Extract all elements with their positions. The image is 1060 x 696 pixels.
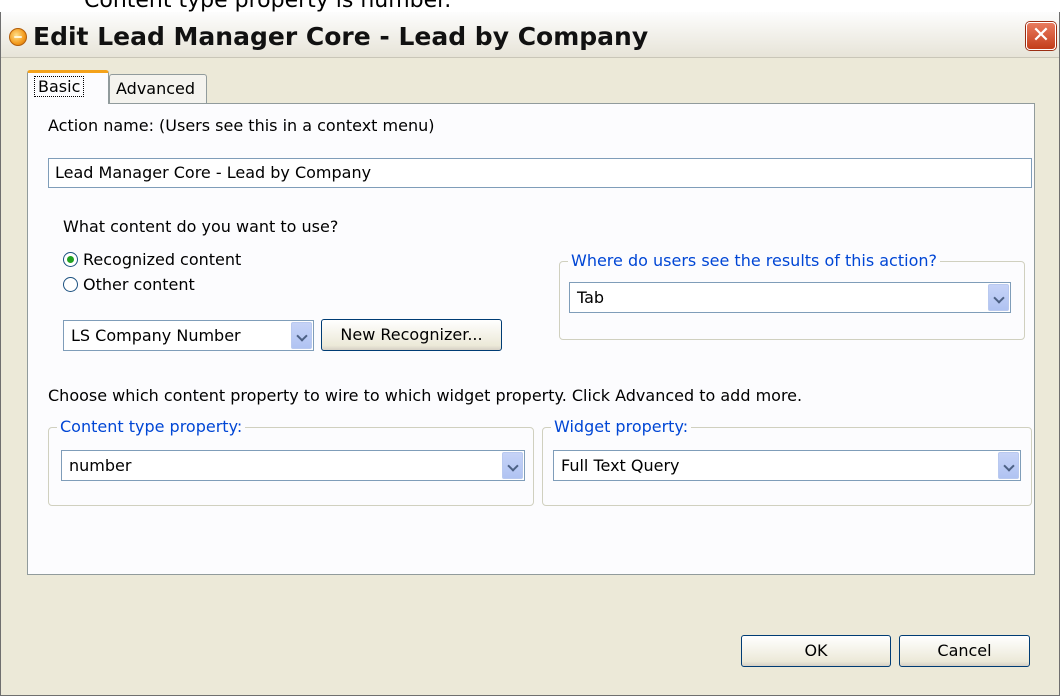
chevron-down-icon[interactable] <box>502 452 523 479</box>
chevron-down-icon[interactable] <box>291 322 312 349</box>
results-location-group: Where do users see the results of this a… <box>559 251 1025 340</box>
content-type-select[interactable]: number <box>61 450 525 481</box>
dialog-title: Edit Lead Manager Core - Lead by Company <box>33 22 649 51</box>
edit-action-dialog: Edit Lead Manager Core - Lead by Company… <box>0 12 1060 696</box>
wire-instructions: Choose which content property to wire to… <box>48 386 803 405</box>
content-type-group: Content type property: number <box>48 417 534 506</box>
close-button[interactable]: ✕ <box>1026 22 1056 50</box>
recognizer-select[interactable]: LS Company Number <box>63 320 314 351</box>
app-logo-icon <box>9 28 27 46</box>
basic-tab-panel: Action name: (Users see this in a contex… <box>27 103 1035 575</box>
recognized-content-label: Recognized content <box>83 250 242 269</box>
other-content-radio[interactable]: Other content <box>63 275 195 294</box>
results-group-label: Where do users see the results of this a… <box>568 251 940 270</box>
other-content-label: Other content <box>83 275 195 294</box>
action-name-label: Action name: (Users see this in a contex… <box>48 116 435 135</box>
widget-property-value: Full Text Query <box>561 456 680 475</box>
ok-button[interactable]: OK <box>741 635 891 667</box>
chevron-down-icon[interactable] <box>998 452 1019 479</box>
content-question-label: What content do you want to use? <box>63 217 339 236</box>
recognizer-value: LS Company Number <box>71 326 241 345</box>
radio-unselected-icon <box>63 277 78 292</box>
recognized-content-radio[interactable]: Recognized content <box>63 250 241 269</box>
widget-group-label: Widget property: <box>551 417 692 436</box>
cancel-button[interactable]: Cancel <box>899 635 1030 667</box>
tab-advanced[interactable]: Advanced <box>109 74 207 104</box>
widget-property-select[interactable]: Full Text Query <box>553 450 1021 481</box>
chevron-down-icon[interactable] <box>988 284 1009 311</box>
new-recognizer-button[interactable]: New Recognizer... <box>321 319 502 351</box>
tab-basic[interactable]: Basic <box>27 70 109 104</box>
title-bar[interactable]: Edit Lead Manager Core - Lead by Company… <box>1 12 1059 58</box>
widget-property-group: Widget property: Full Text Query <box>542 417 1032 506</box>
action-name-input[interactable]: Lead Manager Core - Lead by Company <box>48 158 1032 188</box>
results-location-value: Tab <box>577 288 605 307</box>
radio-selected-icon <box>63 252 78 267</box>
tab-basic-label: Basic <box>34 76 85 97</box>
results-location-select[interactable]: Tab <box>569 282 1011 313</box>
content-type-value: number <box>69 456 132 475</box>
content-type-group-label: Content type property: <box>57 417 246 436</box>
